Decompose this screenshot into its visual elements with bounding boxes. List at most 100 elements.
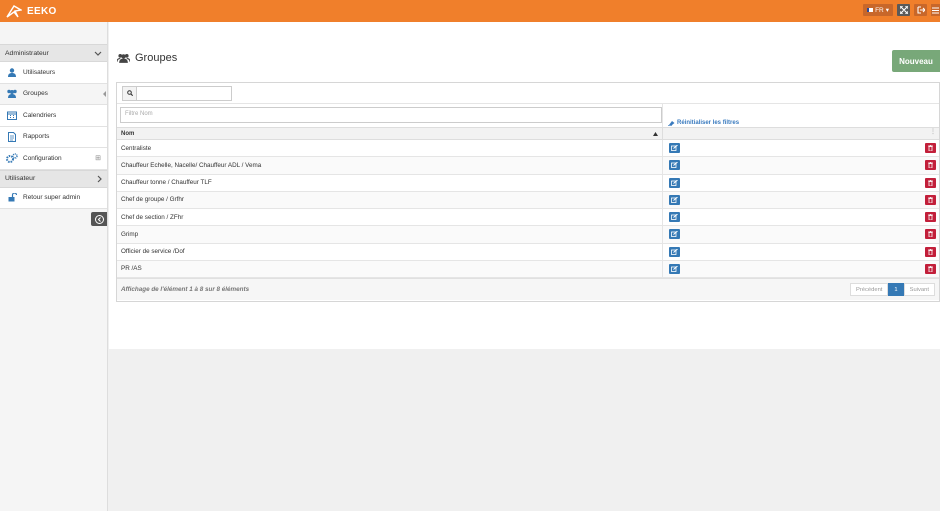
edit-icon bbox=[671, 196, 678, 203]
expand-plus-icon[interactable]: ⊞ bbox=[95, 154, 101, 162]
section-admin-label: Administrateur bbox=[5, 49, 49, 57]
group-name-cell: Chef de groupe / Grfhr bbox=[117, 191, 663, 208]
users-icon bbox=[117, 53, 130, 63]
edit-button[interactable] bbox=[669, 212, 680, 223]
active-indicator-icon bbox=[103, 90, 106, 97]
delete-button[interactable] bbox=[925, 160, 936, 171]
sidebar-item-label: Configuration bbox=[23, 154, 62, 162]
logout-icon bbox=[916, 6, 925, 14]
edit-button[interactable] bbox=[669, 246, 680, 257]
user-icon bbox=[6, 67, 18, 77]
table-row: Officier de service /Dof bbox=[117, 243, 939, 261]
edit-button[interactable] bbox=[669, 263, 680, 274]
delete-button[interactable] bbox=[925, 194, 936, 205]
pagination-next[interactable]: Suivant bbox=[903, 283, 935, 296]
edit-button[interactable] bbox=[669, 160, 680, 171]
group-name-cell: PR /AS bbox=[117, 260, 663, 277]
edit-icon bbox=[671, 145, 678, 152]
edit-button[interactable] bbox=[669, 177, 680, 188]
language-dropdown[interactable]: FR ▾ bbox=[863, 4, 893, 16]
gears-icon bbox=[6, 153, 18, 164]
delete-button[interactable] bbox=[925, 246, 936, 257]
chevron-down-icon: ▾ bbox=[885, 7, 889, 14]
search-input[interactable] bbox=[136, 85, 232, 101]
sidebar-item-configuration[interactable]: Configuration ⊞ bbox=[0, 148, 107, 170]
edit-icon bbox=[671, 214, 678, 221]
pagination-previous[interactable]: Précédent bbox=[849, 283, 889, 296]
trash-icon bbox=[928, 196, 933, 203]
chevron-down-icon bbox=[94, 51, 102, 56]
chevron-right-icon bbox=[97, 175, 102, 182]
unlock-icon bbox=[6, 193, 18, 203]
section-user-label: Utilisateur bbox=[5, 175, 36, 182]
pagination: Précédent 1 Suivant bbox=[849, 283, 935, 296]
trash-icon bbox=[928, 162, 933, 169]
logout-button[interactable] bbox=[914, 4, 927, 16]
circle-arrow-left-icon bbox=[94, 214, 104, 224]
groups-table-box: Filtre Nom Réinitialiser les filtres Nom… bbox=[116, 82, 940, 302]
search-icon bbox=[122, 85, 136, 101]
filter-name-input[interactable]: Filtre Nom bbox=[120, 107, 662, 123]
delete-button[interactable] bbox=[925, 263, 936, 274]
sidebar-item-users[interactable]: Utilisateurs bbox=[0, 62, 107, 84]
edit-icon bbox=[671, 179, 678, 186]
sidebar-item-reports[interactable]: Rapports bbox=[0, 126, 107, 148]
table-row: Chef de groupe / Grfhr bbox=[117, 191, 939, 209]
sidebar-item-label: Rapports bbox=[23, 133, 50, 141]
hamburger-icon bbox=[932, 6, 939, 14]
menu-button[interactable] bbox=[931, 4, 940, 16]
sidebar-item-calendars[interactable]: Calendriers bbox=[0, 105, 107, 127]
new-button[interactable]: Nouveau bbox=[892, 50, 940, 72]
group-name-cell: Chauffeur Echelle, Nacelle/ Chauffeur AD… bbox=[117, 157, 663, 174]
users-icon bbox=[6, 89, 18, 99]
page-title: Groupes bbox=[117, 52, 177, 64]
flag-icon bbox=[867, 8, 874, 12]
trash-icon bbox=[928, 145, 933, 152]
table-footer: Affichage de l'élément 1 à 8 sur 8 éléme… bbox=[117, 278, 939, 300]
sidebar-item-label: Groupes bbox=[23, 90, 48, 98]
edit-icon bbox=[671, 248, 678, 255]
delete-button[interactable] bbox=[925, 177, 936, 188]
reset-filters-link[interactable]: Réinitialiser les filtres bbox=[663, 104, 739, 127]
search-row bbox=[117, 83, 939, 104]
sidebar-section-user[interactable]: Utilisateur bbox=[0, 169, 107, 188]
sort-asc-icon bbox=[653, 131, 658, 136]
table-header: Nom ⋮ bbox=[117, 127, 939, 140]
pagination-page-1[interactable]: 1 bbox=[888, 283, 904, 296]
trash-icon bbox=[928, 248, 933, 255]
table-row: Centraliste bbox=[117, 140, 939, 158]
sidebar-item-groups[interactable]: Groupes bbox=[0, 83, 107, 105]
edit-button[interactable] bbox=[669, 194, 680, 205]
column-header-label: Nom bbox=[121, 130, 135, 137]
column-header-name[interactable]: Nom bbox=[117, 128, 663, 139]
sidebar-collapse-button[interactable] bbox=[91, 212, 107, 226]
table-row: Grimp bbox=[117, 226, 939, 244]
table-row: Chauffeur tonne / Chauffeur TLF bbox=[117, 174, 939, 192]
group-name-cell: Chauffeur tonne / Chauffeur TLF bbox=[117, 174, 663, 191]
table-body: Centraliste Chauffeur Echelle, Nacelle/ … bbox=[117, 140, 939, 278]
group-name-cell: Centraliste bbox=[117, 140, 663, 157]
app-logo[interactable]: EEKO bbox=[6, 4, 57, 18]
edit-button[interactable] bbox=[669, 143, 680, 154]
group-name-cell: Chef de section / ZFhr bbox=[117, 209, 663, 226]
delete-button[interactable] bbox=[925, 229, 936, 240]
table-info: Affichage de l'élément 1 à 8 sur 8 éléme… bbox=[121, 286, 250, 293]
trash-icon bbox=[928, 265, 933, 272]
actions-column-header: ⋮ bbox=[930, 129, 936, 135]
delete-button[interactable] bbox=[925, 143, 936, 154]
trash-icon bbox=[928, 231, 933, 238]
fullscreen-button[interactable] bbox=[897, 4, 910, 16]
sidebar-item-label: Utilisateurs bbox=[23, 68, 56, 76]
filter-row: Filtre Nom Réinitialiser les filtres bbox=[117, 104, 939, 127]
trash-icon bbox=[928, 179, 933, 186]
sidebar-section-admin[interactable]: Administrateur bbox=[0, 44, 107, 62]
table-row: Chauffeur Echelle, Nacelle/ Chauffeur AD… bbox=[117, 157, 939, 175]
sidebar-item-back-super-admin[interactable]: Retour super admin bbox=[0, 187, 107, 209]
top-navbar: EEKO FR ▾ bbox=[0, 0, 940, 22]
edit-button[interactable] bbox=[669, 229, 680, 240]
language-label: FR bbox=[875, 6, 884, 14]
sidebar-item-label: Retour super admin bbox=[23, 194, 81, 202]
calendar-icon bbox=[6, 110, 18, 120]
delete-button[interactable] bbox=[925, 212, 936, 223]
table-row: Chef de section / ZFhr bbox=[117, 209, 939, 227]
